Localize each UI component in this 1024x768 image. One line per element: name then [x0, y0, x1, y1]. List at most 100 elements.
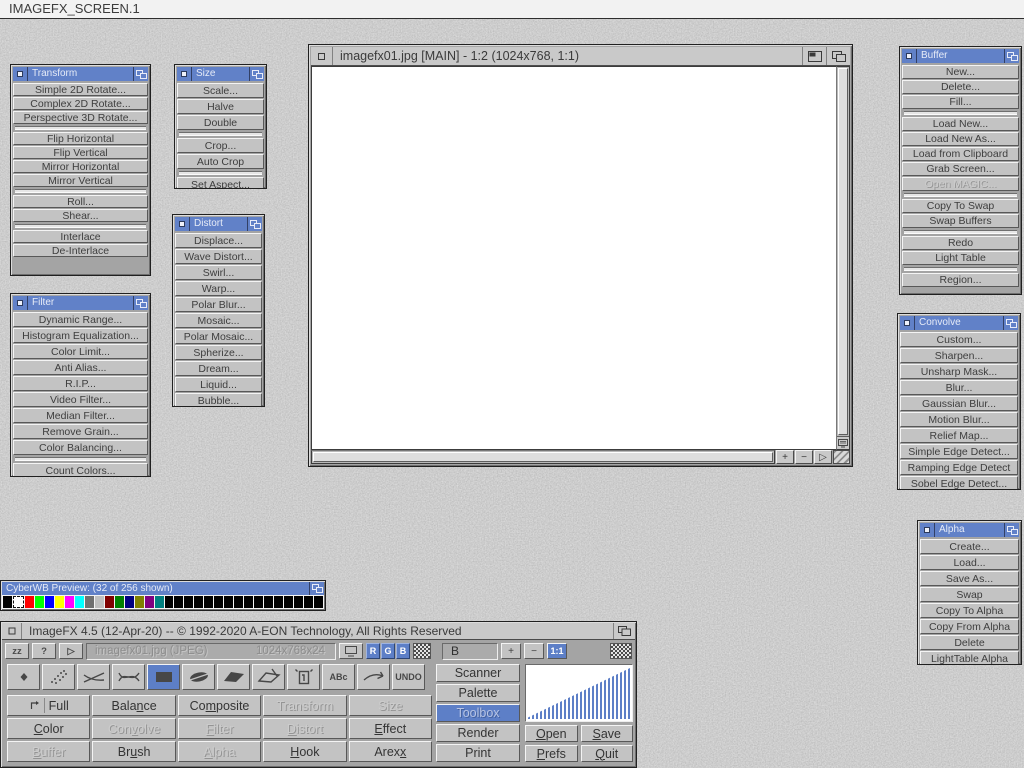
arexx-menu-button[interactable]: Arexx	[349, 741, 432, 762]
depth-gadget[interactable]	[826, 47, 850, 65]
dynamic-range-button[interactable]: Dynamic Range...	[13, 312, 148, 327]
displace-button[interactable]: Displace...	[175, 233, 262, 248]
copy-from-alpha-button[interactable]: Copy From Alpha	[920, 619, 1019, 634]
point-tool[interactable]	[7, 664, 40, 690]
color-swatch[interactable]	[105, 596, 114, 608]
render-panel-button[interactable]: Render	[436, 724, 520, 742]
vertical-scrollbar[interactable]	[836, 66, 850, 450]
color-swatch[interactable]	[204, 596, 213, 608]
transform-menu-button[interactable]: Transform	[263, 695, 346, 716]
color-swatch[interactable]	[25, 596, 34, 608]
depth-gadget[interactable]	[249, 67, 264, 81]
convolve-menu-button[interactable]: Convolve	[92, 718, 175, 739]
ellipse-tool[interactable]	[182, 664, 215, 690]
mirror-vertical-button[interactable]: Mirror Vertical	[13, 174, 148, 187]
horizontal-scrollbar[interactable]	[311, 450, 775, 464]
depth-gadget[interactable]	[1004, 523, 1019, 537]
color-swatch[interactable]	[35, 596, 44, 608]
redo-button[interactable]: Redo	[902, 236, 1019, 250]
prefs-button[interactable]: Prefs	[525, 745, 578, 762]
color-swatch[interactable]	[125, 596, 134, 608]
resize-gadget[interactable]	[833, 450, 850, 464]
color-swatch[interactable]	[115, 596, 124, 608]
load-from-clipboard-button[interactable]: Load from Clipboard	[902, 147, 1019, 161]
ramping-edge-detect-button[interactable]: Ramping Edge Detect	[900, 460, 1018, 475]
count-colors-button[interactable]: Count Colors...	[13, 463, 148, 477]
shear-button[interactable]: Shear...	[13, 209, 148, 222]
image-canvas[interactable]	[311, 66, 836, 450]
color-swatch[interactable]	[165, 596, 174, 608]
buffer-titlebar[interactable]: Buffer	[902, 49, 1019, 63]
color-swatch[interactable]	[65, 596, 74, 608]
scale-button[interactable]: Scale...	[177, 83, 264, 98]
size-titlebar[interactable]: Size	[177, 67, 264, 81]
close-gadget[interactable]	[13, 296, 28, 310]
close-gadget[interactable]	[177, 67, 192, 81]
wave-distort-button[interactable]: Wave Distort...	[175, 249, 262, 264]
color-swatch[interactable]	[244, 596, 253, 608]
depth-gadget[interactable]	[613, 623, 635, 639]
zoom-gadget-icon[interactable]	[802, 47, 826, 65]
toolbar-titlebar[interactable]: ImageFX 4.5 (12-Apr-20) -- © 1992-2020 A…	[2, 623, 635, 640]
polar-mosaic-button[interactable]: Polar Mosaic...	[175, 329, 262, 344]
horizontal-scroll-thumb[interactable]	[313, 452, 773, 462]
balance-menu-button[interactable]: Balance	[92, 695, 175, 716]
auto-crop-button[interactable]: Auto Crop	[177, 154, 264, 169]
channel-g-button[interactable]: G	[381, 643, 395, 659]
save-button[interactable]: Save	[581, 725, 634, 742]
color-swatch[interactable]	[145, 596, 154, 608]
grab-screen-button[interactable]: Grab Screen...	[902, 162, 1019, 176]
composite-menu-button[interactable]: Composite	[178, 695, 261, 716]
filter-titlebar[interactable]: Filter	[13, 296, 148, 310]
depth-gadget[interactable]	[133, 67, 148, 81]
color-swatch[interactable]	[13, 596, 24, 608]
distort-titlebar[interactable]: Distort	[175, 217, 262, 231]
polygon-tool[interactable]	[217, 664, 250, 690]
swirl-button[interactable]: Swirl...	[175, 265, 262, 280]
liquid-button[interactable]: Liquid...	[175, 377, 262, 392]
unsharp-mask-button[interactable]: Unsharp Mask...	[900, 364, 1018, 379]
palette-panel-button[interactable]: Palette	[436, 684, 520, 702]
color-swatch[interactable]	[184, 596, 193, 608]
help-button[interactable]: ?	[32, 643, 56, 659]
text-tool[interactable]: ABc	[322, 664, 355, 690]
color-swatch[interactable]	[254, 596, 263, 608]
dither-pattern-swatch[interactable]	[413, 643, 431, 659]
close-gadget[interactable]	[920, 523, 935, 537]
color-swatch[interactable]	[294, 596, 303, 608]
flip-vertical-button[interactable]: Flip Vertical	[13, 146, 148, 159]
depth-gadget[interactable]	[247, 217, 262, 231]
fill-polygon-tool[interactable]	[252, 664, 285, 690]
color-swatch[interactable]	[304, 596, 313, 608]
print-panel-button[interactable]: Print	[436, 744, 520, 762]
relief-map-button[interactable]: Relief Map...	[900, 428, 1018, 443]
image-window-titlebar[interactable]: imagefx01.jpg [MAIN] - 1:2 (1024x768, 1:…	[311, 47, 850, 66]
pattern-button[interactable]	[610, 643, 632, 659]
buffer-menu-button[interactable]: Buffer	[7, 741, 90, 762]
color-swatch[interactable]	[314, 596, 323, 608]
color-swatch[interactable]	[3, 596, 12, 608]
distort-menu-button[interactable]: Distort	[263, 718, 346, 739]
screen-titlebar[interactable]: IMAGEFX_SCREEN.1	[0, 0, 1024, 19]
copy-to-alpha-button[interactable]: Copy To Alpha	[920, 603, 1019, 618]
color-swatch[interactable]	[155, 596, 164, 608]
zoom-in-gadget[interactable]: +	[776, 450, 794, 464]
zoom-out-button[interactable]: −	[524, 643, 544, 659]
color-limit-button[interactable]: Color Limit...	[13, 344, 148, 359]
simple-2d-rotate-button[interactable]: Simple 2D Rotate...	[13, 83, 148, 96]
vertical-scroll-thumb[interactable]	[838, 68, 848, 435]
custom-button[interactable]: Custom...	[900, 332, 1018, 347]
remove-grain-button[interactable]: Remove Grain...	[13, 424, 148, 439]
full-menu-button[interactable]: Full	[7, 695, 90, 716]
sobel-edge-detect-button[interactable]: Sobel Edge Detect...	[900, 476, 1018, 490]
perspective-3d-rotate-button[interactable]: Perspective 3D Rotate...	[13, 111, 148, 124]
filter-menu-button[interactable]: Filter	[178, 718, 261, 739]
simple-edge-detect-button[interactable]: Simple Edge Detect...	[900, 444, 1018, 459]
flip-horizontal-button[interactable]: Flip Horizontal	[13, 132, 148, 145]
copy-to-swap-button[interactable]: Copy To Swap	[902, 199, 1019, 213]
histogram-equalization-button[interactable]: Histogram Equalization...	[13, 328, 148, 343]
color-swatch[interactable]	[55, 596, 64, 608]
color-swatch[interactable]	[135, 596, 144, 608]
line-tool[interactable]	[77, 664, 110, 690]
set-aspect-button[interactable]: Set Aspect...	[177, 177, 264, 189]
